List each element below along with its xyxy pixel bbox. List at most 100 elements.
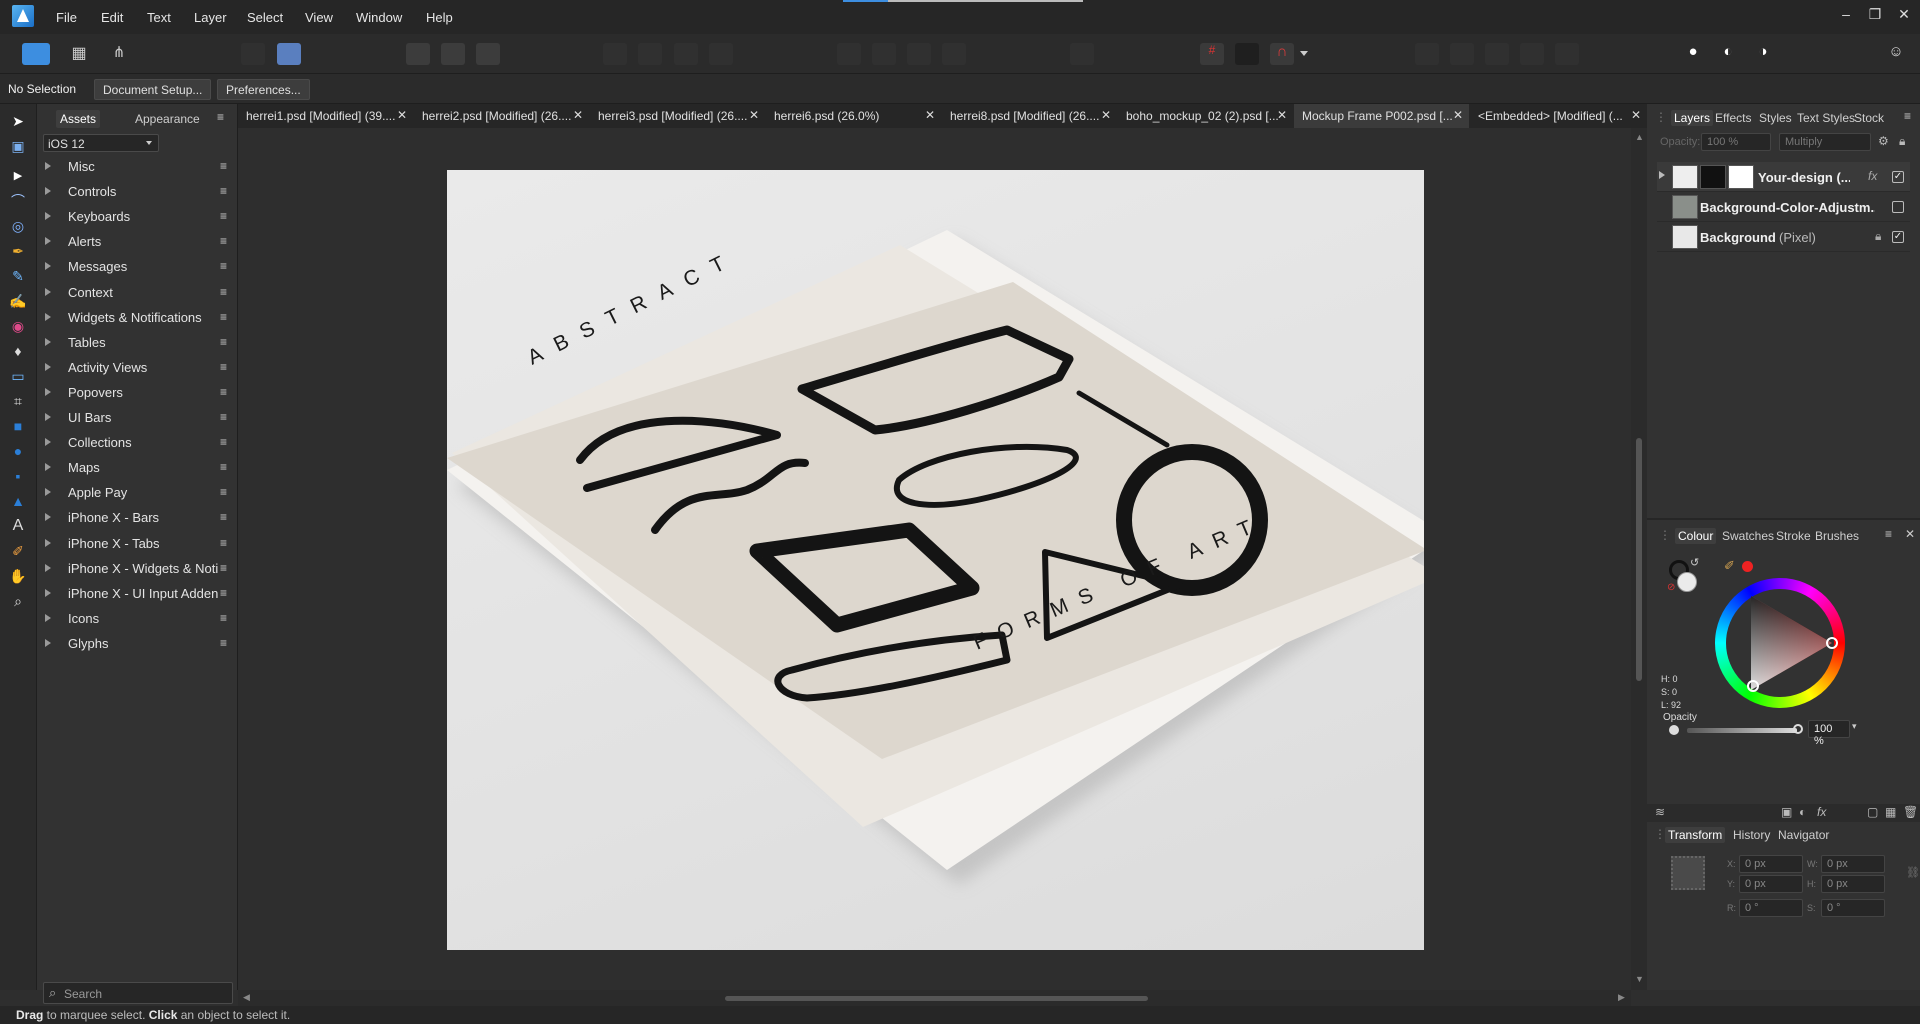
boolean-btn-3[interactable] [1485,43,1509,65]
expand-triangle-icon[interactable] [45,588,51,597]
menu-help[interactable]: Help [426,10,453,25]
expand-triangle-icon[interactable] [45,538,51,547]
menu-select[interactable]: Select [247,10,283,25]
opacity-slider[interactable] [1687,728,1797,733]
category-menu-icon[interactable]: ≡ [220,209,227,223]
boolean-btn-4[interactable] [1520,43,1544,65]
rotation-field[interactable]: 0 ° [1739,899,1803,917]
scroll-up-icon[interactable]: ▲ [1635,132,1644,142]
asset-category-6[interactable]: Widgets & Notifications ≡ [37,305,237,330]
arrange-btn-1[interactable] [837,43,861,65]
add-pixel-layer-icon[interactable]: ▦ [1885,805,1896,819]
category-menu-icon[interactable]: ≡ [220,335,227,349]
colour-triangle[interactable] [1715,578,1845,708]
tab-transform[interactable]: Transform [1665,827,1726,843]
drag-grip-icon[interactable]: ⋮ [1655,110,1667,124]
align-btn-2[interactable] [638,43,662,65]
boolean-btn-1[interactable] [1415,43,1439,65]
corner-tool-icon[interactable]: ◎ [9,217,27,235]
panel-menu-icon[interactable]: ≡ [217,110,224,124]
doc-tab-6[interactable]: boho_mockup_02 (2).psd [... ✕ [1118,104,1293,128]
swap-colours-icon[interactable]: ↺ [1690,556,1699,569]
close-tab-icon[interactable]: ✕ [573,108,583,122]
place-image-tool-icon[interactable]: ▭ [9,367,27,385]
asset-category-9[interactable]: Popovers ≡ [37,380,237,405]
category-menu-icon[interactable]: ≡ [220,435,227,449]
node-tool-icon[interactable]: ▶ [9,167,27,185]
minimize-button[interactable]: – [1835,6,1857,22]
search-field[interactable]: ⌕ Search [43,982,233,1004]
close-tab-icon[interactable]: ✕ [1453,108,1463,122]
artboard-mockup[interactable]: ABSTRACT FORMS OF ART [447,170,1424,950]
category-menu-icon[interactable]: ≡ [220,310,227,324]
asset-category-3[interactable]: Alerts ≡ [37,229,237,254]
y-field[interactable]: 0 px [1739,875,1803,893]
colour-picker-icon[interactable]: ✐ [1724,558,1735,574]
boolean-btn-5[interactable] [1555,43,1579,65]
grid-icon[interactable]: # [1200,43,1224,65]
designer-persona-icon[interactable] [22,43,50,65]
layers-stack-icon[interactable]: ≋ [1655,805,1665,819]
asset-category-11[interactable]: Collections ≡ [37,430,237,455]
transparency-tool-icon[interactable]: ♦ [9,342,27,360]
close-tab-icon[interactable]: ✕ [749,108,759,122]
align-btn-3[interactable] [674,43,698,65]
restore-button[interactable]: ❐ [1864,6,1886,23]
expand-triangle-icon[interactable] [45,438,51,447]
color-picker-tool-icon[interactable]: ✐ [9,542,27,560]
expand-triangle-icon[interactable] [1659,171,1665,179]
layer-row-background-color-adjustment[interactable]: Background-Color-Adjustm... [1657,192,1910,222]
insert-inside-icon[interactable]: ● [1681,43,1705,65]
layer-lock-icon[interactable]: 🔒︎ [1875,229,1881,244]
drag-grip-icon[interactable]: ⋮ [1659,528,1671,542]
point-transform-tool-icon[interactable]: ⌒ [9,192,27,210]
tab-stock[interactable]: Stock [1854,111,1884,125]
tab-appearance[interactable]: Appearance [131,110,204,128]
asset-category-4[interactable]: Messages ≡ [37,254,237,279]
category-menu-icon[interactable]: ≡ [220,234,227,248]
chevron-down-icon[interactable]: ▾ [1852,721,1857,732]
asset-category-8[interactable]: Activity Views ≡ [37,355,237,380]
mask-icon[interactable]: ▣ [1781,805,1792,819]
delete-layer-icon[interactable]: 🗑︎ [1903,805,1918,819]
w-field[interactable]: 0 px [1821,855,1885,873]
asset-category-2[interactable]: Keyboards ≡ [37,204,237,229]
canvas-area[interactable]: ABSTRACT FORMS OF ART [238,128,1631,990]
document-setup-button[interactable]: Document Setup... [94,79,212,100]
doc-tab-3[interactable]: herrei3.psd [Modified] (26.... ✕ [590,104,765,128]
tab-stroke[interactable]: Stroke [1776,529,1811,543]
category-menu-icon[interactable]: ≡ [220,611,227,625]
expand-triangle-icon[interactable] [45,413,51,421]
category-menu-icon[interactable]: ≡ [220,460,227,474]
close-tab-icon[interactable]: ✕ [397,108,407,122]
layer-settings-gear-icon[interactable]: ⚙ [1878,134,1889,148]
pen-tool-icon[interactable]: ✒ [9,242,27,260]
expand-triangle-icon[interactable] [45,187,51,196]
align-btn-4[interactable] [709,43,733,65]
align-btn-1[interactable] [603,43,627,65]
category-menu-icon[interactable]: ≡ [220,561,227,575]
asset-category-16[interactable]: iPhone X - Widgets & Noti ≡ [37,556,237,581]
category-menu-icon[interactable]: ≡ [220,259,227,273]
x-field[interactable]: 0 px [1739,855,1803,873]
category-menu-icon[interactable]: ≡ [220,536,227,550]
expand-triangle-icon[interactable] [45,488,51,497]
category-menu-icon[interactable]: ≡ [220,636,227,650]
pixel-persona-icon[interactable]: ▦ [67,43,91,65]
asset-set-dropdown[interactable]: iOS 12 [43,134,159,152]
asset-category-12[interactable]: Maps ≡ [37,455,237,480]
menu-layer[interactable]: Layer [194,10,227,25]
asset-category-1[interactable]: Controls ≡ [37,179,237,204]
doc-tab-2[interactable]: herrei2.psd [Modified] (26.... ✕ [414,104,589,128]
asset-category-5[interactable]: Context ≡ [37,280,237,305]
category-menu-icon[interactable]: ≡ [220,285,227,299]
picked-colour-swatch[interactable] [1742,561,1753,572]
select-all-icon[interactable] [406,43,430,65]
rounded-rectangle-tool-icon[interactable]: ▪ [9,467,27,485]
scroll-right-icon[interactable]: ▶ [1618,992,1625,1003]
add-layer-icon[interactable]: ▢ [1867,805,1878,819]
expand-triangle-icon[interactable] [45,362,51,371]
expand-triangle-icon[interactable] [45,287,51,296]
anchor-selector-icon[interactable] [1671,856,1705,890]
tab-styles[interactable]: Styles [1759,111,1792,125]
